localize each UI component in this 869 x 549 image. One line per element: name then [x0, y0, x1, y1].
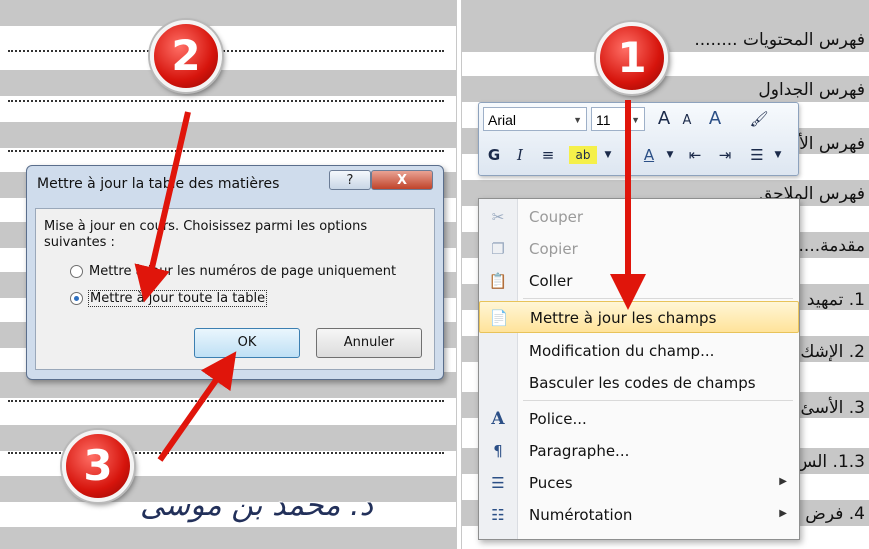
- right-screenshot-panel: فهرس المحتويات ........ فهرس الجداول فهر…: [462, 0, 869, 549]
- step-marker-3: 3: [62, 430, 134, 502]
- author-signature: د. محمد بن موسى: [140, 488, 373, 523]
- arrow-step-2: [134, 111, 191, 303]
- step-marker-2: 2: [150, 20, 222, 92]
- left-screenshot-panel: Mettre à jour la table des matières ? X …: [0, 0, 456, 549]
- annotation-arrows-right: [610, 100, 646, 310]
- arrow-step-3: [157, 351, 237, 462]
- step-marker-1: 1: [596, 22, 668, 94]
